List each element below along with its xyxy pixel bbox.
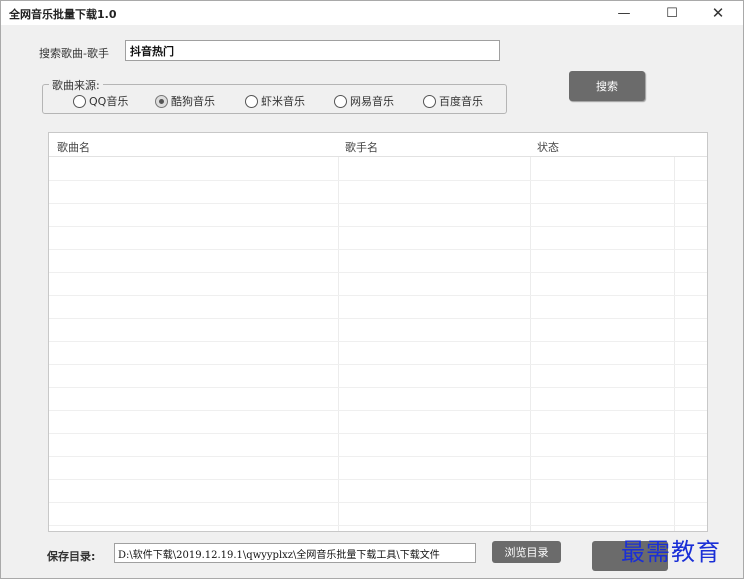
radio-xiami-music[interactable]: 虾米音乐 [245,93,305,109]
radio-checked-icon[interactable] [155,94,168,108]
table-row [49,525,707,526]
column-divider [338,157,339,531]
close-icon[interactable]: ✕ [695,1,741,25]
search-input[interactable] [125,40,500,61]
table-row [49,502,707,503]
main-content: 搜索歌曲-歌手 歌曲来源: QQ音乐 酷狗音乐 虾米音乐 网易音乐 百 [1,25,743,578]
radio-circle-icon[interactable] [334,94,347,108]
song-table[interactable]: 歌曲名 歌手名 状态 [48,132,708,532]
app-window: 全网音乐批量下载1.0 — ☐ ✕ 搜索歌曲-歌手 歌曲来源: QQ音乐 酷狗音… [0,0,744,579]
table-row [49,180,707,181]
table-row [49,295,707,296]
table-row [49,341,707,342]
radio-kugou-music[interactable]: 酷狗音乐 [155,93,215,109]
source-legend: 歌曲来源: [49,77,103,93]
table-row [49,456,707,457]
radio-label: 虾米音乐 [261,95,305,108]
browse-directory-button[interactable]: 浏览目录 [492,541,561,563]
watermark: 最需教育 [621,538,721,566]
table-row [49,387,707,388]
radio-label: 酷狗音乐 [171,95,215,108]
radio-label: 网易音乐 [350,95,394,108]
radio-circle-icon[interactable] [73,94,86,108]
search-label: 搜索歌曲-歌手 [39,47,109,60]
source-group: 歌曲来源: QQ音乐 酷狗音乐 虾米音乐 网易音乐 百度音乐 [42,77,507,114]
radio-netease-music[interactable]: 网易音乐 [334,93,394,109]
table-row [49,226,707,227]
column-divider [530,157,531,531]
table-row [49,479,707,480]
save-directory-label: 保存目录: [47,550,96,563]
table-row [49,318,707,319]
column-header-status[interactable]: 状态 [537,139,559,155]
radio-baidu-music[interactable]: 百度音乐 [423,93,483,109]
column-header-artist[interactable]: 歌手名 [345,139,378,155]
column-header-song[interactable]: 歌曲名 [57,139,90,155]
radio-label: QQ音乐 [89,95,129,108]
table-row [49,433,707,434]
window-title: 全网音乐批量下载1.0 [9,8,117,21]
table-header: 歌曲名 歌手名 状态 [49,133,707,157]
table-row [49,272,707,273]
table-row [49,410,707,411]
save-directory-field[interactable]: D:\软件下载\2019.12.19.1\qwyyplxz\全网音乐批量下载工具… [114,543,476,563]
minimize-icon[interactable]: — [601,1,647,25]
search-button[interactable]: 搜索 [569,71,645,101]
maximize-icon[interactable]: ☐ [649,1,695,25]
table-row [49,249,707,250]
radio-circle-icon[interactable] [423,94,436,108]
table-row [49,364,707,365]
column-divider [674,157,675,531]
radio-circle-icon[interactable] [245,94,258,108]
radio-label: 百度音乐 [439,95,483,108]
radio-qq-music[interactable]: QQ音乐 [73,93,128,109]
title-bar[interactable]: 全网音乐批量下载1.0 — ☐ ✕ [1,1,743,25]
table-row [49,203,707,204]
